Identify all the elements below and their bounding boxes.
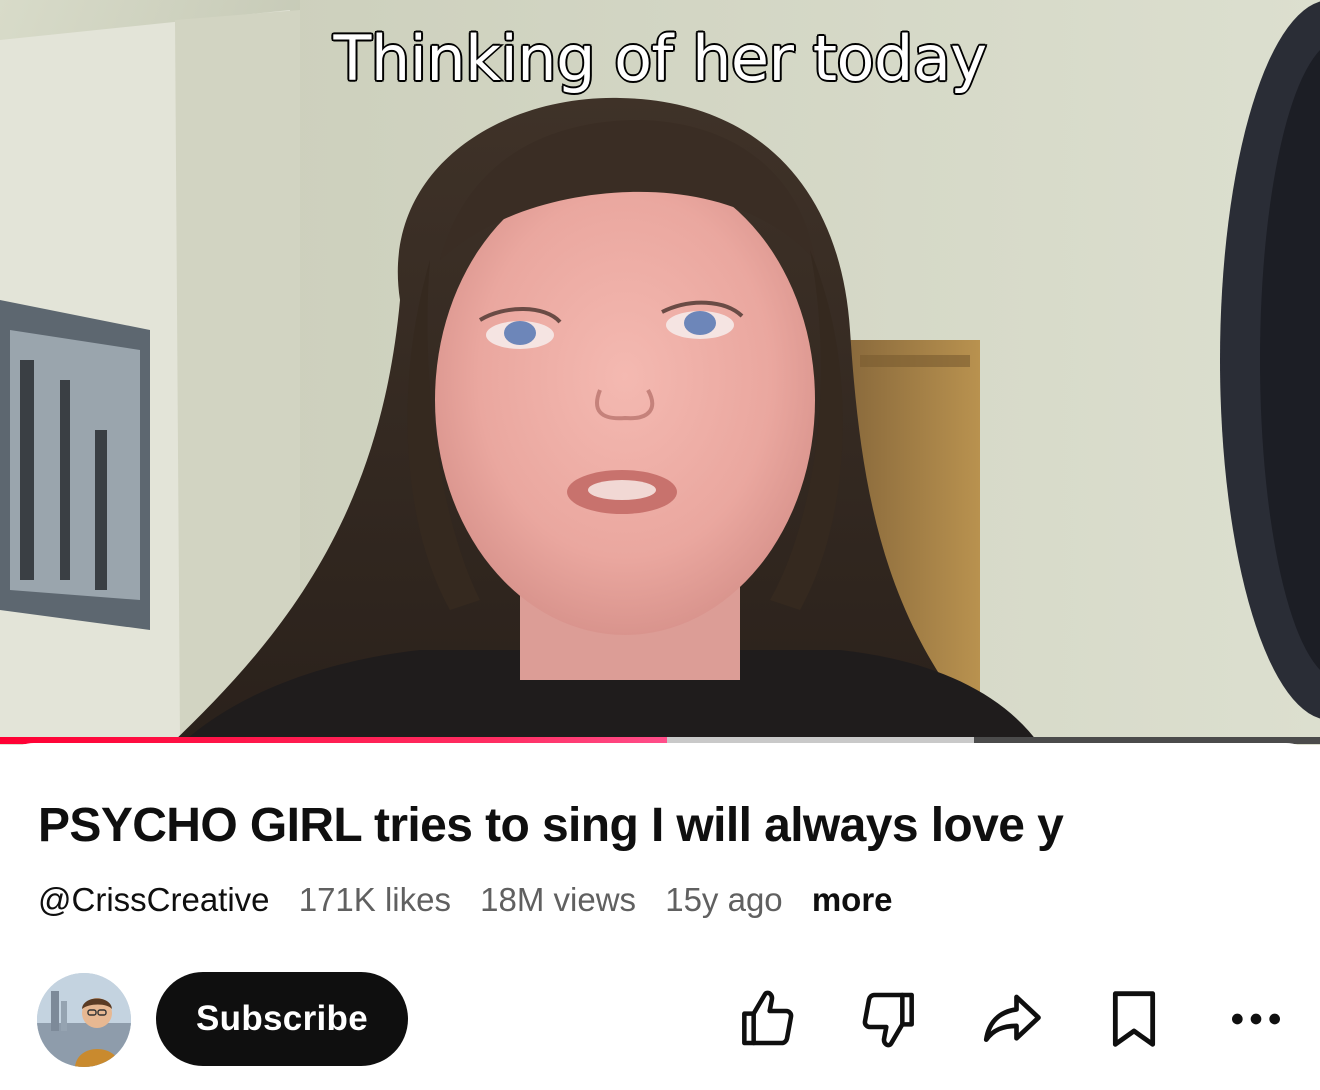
video-title[interactable]: PSYCHO GIRL tries to sing I will always …: [38, 798, 1268, 853]
save-icon: [1112, 991, 1156, 1047]
views-count: 18M views: [480, 881, 637, 918]
channel-handle[interactable]: @CrissCreative: [38, 881, 270, 918]
dislike-icon: [862, 992, 914, 1048]
short-video-screen: Thinking of her today PSYCHO GIRL tries …: [0, 0, 1320, 1090]
video-frame: [0, 0, 1320, 745]
share-icon: [983, 994, 1041, 1042]
video-meta[interactable]: @CrissCreative 171K likes 18M views 15y …: [38, 881, 913, 919]
save-button[interactable]: [1098, 983, 1170, 1055]
subscribe-button[interactable]: Subscribe: [156, 972, 408, 1066]
more-options-button[interactable]: [1220, 983, 1292, 1055]
dislike-button[interactable]: [853, 983, 925, 1055]
upload-age: 15y ago: [665, 881, 783, 918]
video-caption: Thinking of her today: [332, 21, 989, 97]
share-button[interactable]: [975, 983, 1047, 1055]
video-info-sheet: PSYCHO GIRL tries to sing I will always …: [0, 743, 1320, 1090]
channel-avatar[interactable]: [37, 973, 131, 1067]
like-button[interactable]: [731, 983, 803, 1055]
like-icon: [742, 990, 794, 1046]
more-options-icon: [1232, 1013, 1280, 1025]
more-link[interactable]: more: [812, 881, 893, 918]
likes-count: 171K likes: [298, 881, 451, 918]
video-player[interactable]: Thinking of her today: [0, 0, 1320, 745]
action-row: Subscribe: [0, 968, 1320, 1068]
